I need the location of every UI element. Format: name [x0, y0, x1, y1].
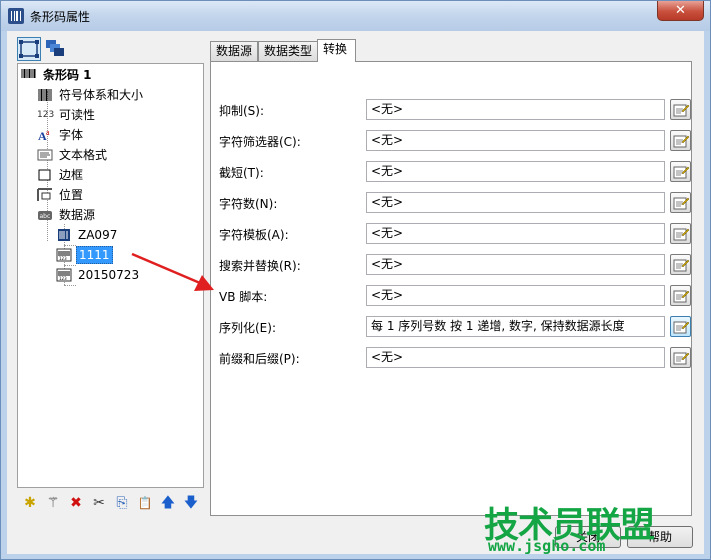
- char-count-field: <无>: [366, 192, 665, 213]
- tree-item-label: 边框: [59, 168, 84, 182]
- transform-panel: 抑制(S): <无> 字符筛选器(C): <无> 截短(T): <无> 字符数(…: [210, 61, 692, 516]
- prefix-suffix-label: 前缀和后缀(P):: [219, 352, 300, 366]
- wand-icon[interactable]: ⚚: [44, 494, 62, 512]
- tree-item-label: 位置: [59, 188, 84, 202]
- dialog-client: 条形码 1 符号体系和大小 123 可读性 Aa 字体 文本格式 边框 位置 a…: [7, 31, 704, 554]
- serialize-field: 每 1 序列号数 按 1 递增, 数字, 保持数据源长度: [366, 316, 665, 337]
- tree-bottom-toolbar: ✱ ⚚ ✖ ✂ ⎘ 📋 🡅 🡇: [17, 492, 204, 514]
- search-replace-label: 搜索并替换(R):: [219, 259, 301, 273]
- search-replace-field: <无>: [366, 254, 665, 275]
- tree-item-label: 可读性: [59, 108, 96, 122]
- svg-text:abc: abc: [40, 213, 51, 220]
- tab-data-source[interactable]: 数据源: [210, 41, 258, 61]
- edit-note-icon: [673, 259, 689, 272]
- svg-text:123: 123: [59, 256, 67, 261]
- text-format-icon: [37, 148, 53, 162]
- new-icon[interactable]: ✱: [21, 494, 39, 512]
- char-count-edit-button[interactable]: [670, 192, 691, 213]
- char-filter-label: 字符筛选器(C):: [219, 135, 301, 149]
- barcode-app-icon: [8, 8, 24, 24]
- prefix-suffix-edit-button[interactable]: [670, 347, 691, 368]
- watermark-url: www.jsgho.com: [488, 537, 606, 555]
- edit-note-icon: [673, 166, 689, 179]
- tree-root-label: 条形码 1: [43, 68, 92, 82]
- serialize-edit-button[interactable]: [670, 316, 691, 337]
- close-window-button[interactable]: ✕: [657, 1, 704, 21]
- date-data-icon: 123: [56, 268, 72, 282]
- suppress-label: 抑制(S):: [219, 104, 265, 118]
- layers-view-icon[interactable]: [43, 37, 67, 61]
- tree-item-label: 20150723: [78, 268, 140, 282]
- edit-note-icon: [673, 197, 689, 210]
- cut-icon[interactable]: ✂: [90, 494, 108, 512]
- edit-note-icon: [673, 352, 689, 365]
- vb-script-field: <无>: [366, 285, 665, 306]
- tree-item-label: 数据源: [59, 208, 96, 222]
- char-filter-field: <无>: [366, 130, 665, 151]
- fixed-data-icon: [56, 228, 72, 242]
- paste-icon[interactable]: 📋: [136, 494, 154, 512]
- delete-icon[interactable]: ✖: [67, 494, 85, 512]
- move-down-icon[interactable]: 🡇: [182, 494, 200, 512]
- svg-text:123: 123: [59, 276, 67, 281]
- property-tree[interactable]: 条形码 1 符号体系和大小 123 可读性 Aa 字体 文本格式 边框 位置 a…: [17, 63, 204, 488]
- tab-transform[interactable]: 转换: [317, 39, 356, 62]
- edit-note-icon: [673, 290, 689, 303]
- watermark: 技术员联盟 www.jsgho.com: [484, 497, 674, 557]
- barcode-properties-dialog: 条形码属性 ✕ 条形码 1 符号体系和大小 123 可读性 A a 字体 文本格…: [0, 0, 711, 560]
- border-icon: [37, 168, 53, 182]
- suppress-edit-button[interactable]: [670, 99, 691, 120]
- tree-item-label: 文本格式: [59, 148, 108, 162]
- tree-item-label: 符号体系和大小: [59, 88, 144, 102]
- char-template-edit-button[interactable]: [670, 223, 691, 244]
- prefix-suffix-field: <无>: [366, 347, 665, 368]
- char-count-label: 字符数(N):: [219, 197, 278, 211]
- vb-script-edit-button[interactable]: [670, 285, 691, 306]
- barcode-view-icon[interactable]: [17, 37, 41, 61]
- char-template-label: 字符模板(A):: [219, 228, 289, 242]
- title-bar[interactable]: 条形码属性 ✕: [1, 1, 710, 31]
- tree-item-label: ZA097: [78, 228, 118, 242]
- number-123-icon: 123: [37, 110, 55, 120]
- edit-note-icon: [673, 321, 689, 334]
- barcode-icon: [37, 88, 53, 102]
- tree-item-label-selected: 1111: [76, 246, 113, 264]
- font-icon: Aa: [37, 128, 53, 143]
- edit-note-icon: [673, 135, 689, 148]
- edit-note-icon: [673, 228, 689, 241]
- move-up-icon[interactable]: 🡅: [159, 494, 177, 512]
- search-replace-edit-button[interactable]: [670, 254, 691, 275]
- copy-icon[interactable]: ⎘: [113, 494, 131, 512]
- data-source-icon: abc: [37, 208, 53, 222]
- svg-text:a: a: [46, 128, 50, 137]
- char-filter-edit-button[interactable]: [670, 130, 691, 151]
- truncate-edit-button[interactable]: [670, 161, 691, 182]
- tree-item-label: 字体: [59, 128, 84, 142]
- vb-script-label: VB 脚本:: [219, 290, 268, 304]
- suppress-field: <无>: [366, 99, 665, 120]
- truncate-field: <无>: [366, 161, 665, 182]
- truncate-label: 截短(T):: [219, 166, 264, 180]
- tab-data-type[interactable]: 数据类型: [258, 41, 318, 61]
- char-template-field: <无>: [366, 223, 665, 244]
- edit-note-icon: [673, 104, 689, 117]
- barcode-icon: [21, 68, 37, 82]
- window-title: 条形码属性: [30, 10, 91, 24]
- serial-data-icon: 123: [56, 248, 72, 262]
- serialize-label: 序列化(E):: [219, 321, 276, 335]
- position-icon: [37, 188, 53, 202]
